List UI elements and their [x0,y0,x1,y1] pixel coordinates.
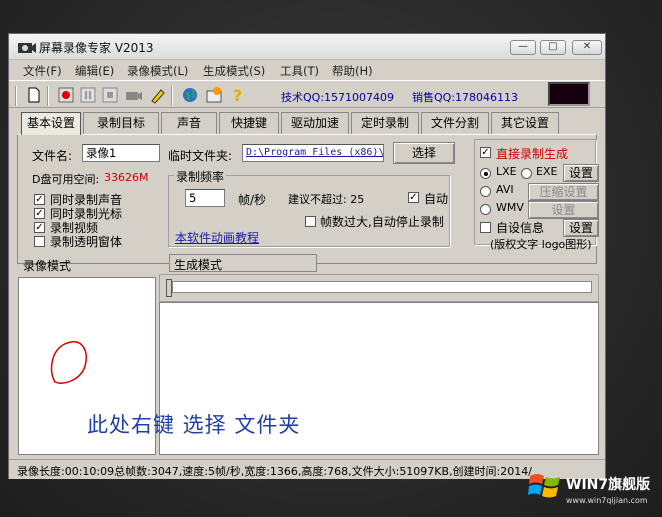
tab-hotkeys[interactable]: 快捷键 [219,112,279,134]
generate-mode-tab[interactable]: 生成模式 [169,254,317,272]
sales-qq-text: 销售QQ:178046113 [412,91,519,104]
windows-logo-icon [528,474,560,498]
disk-space-value: 33626M [104,171,149,184]
exe-radio[interactable] [521,168,532,179]
window-title: 屏幕录像专家 V2013 [39,41,154,55]
wmv-radio[interactable] [480,204,491,215]
menu-tools[interactable]: 工具(T) [280,63,319,79]
tab-driver[interactable]: 驱动加速 [281,112,349,134]
tempdir-label: 临时文件夹: [168,149,233,163]
choose-folder-button[interactable]: 选择 [393,142,455,164]
direct-generate-checkbox[interactable]: ✓ [480,147,491,158]
tab-timer[interactable]: 定时录制 [351,112,419,134]
globe-icon[interactable] [181,86,199,104]
pause-icon[interactable] [79,86,97,104]
camera-tool-icon[interactable] [125,86,143,104]
watermark: WIN7旗舰版 www.win7qijian.com [528,466,662,517]
auto-stop-label: 帧数过大,自动停止录制 [320,215,444,229]
watermark-brand: WIN7旗舰版 [566,477,651,493]
tab-sound[interactable]: 声音 [161,112,217,134]
tab-other[interactable]: 其它设置 [491,112,559,134]
menu-help[interactable]: 帮助(H) [332,63,373,79]
custom-info-checkbox[interactable] [480,222,491,233]
custom-info-label: 自设信息 [496,221,545,235]
tab-record-target[interactable]: 录制目标 [83,112,159,134]
rate-input[interactable]: 5 [185,189,225,207]
settings-icon[interactable] [205,86,223,104]
rate-group-label: 录制频率 [174,168,227,185]
lxe-label: LXE [496,165,517,178]
toolbar: ? 技术QQ:1571007409 销售QQ:178046113 [9,80,605,108]
record-icon[interactable] [57,86,75,104]
auto-stop-checkbox[interactable] [305,216,316,227]
record-video-checkbox[interactable]: ✓ [34,222,45,233]
close-button[interactable]: ✕ [572,40,602,55]
title-bar[interactable]: 屏幕录像专家 V2013 — □ ✕ [9,34,605,60]
tempdir-input[interactable]: D:\Program Files (x86)\ [242,144,384,162]
custom-info-note: (版权文字 logo图形) [490,238,592,251]
tech-qq-text: 技术QQ:1571007409 [281,91,395,104]
exe-label: EXE [536,165,558,178]
wmv-label: WMV [496,201,524,214]
filename-input[interactable]: 录像1 [82,144,160,162]
compress-settings-button[interactable]: 压缩设置 [528,183,599,201]
annotation-text: 此处右键 选择 文件夹 [87,413,301,437]
minimize-button[interactable]: — [510,40,536,55]
rate-suggestion: 建议不超过: 25 [288,193,365,206]
svg-text:?: ? [233,86,242,104]
record-mode-header: 录像模式 [23,259,72,273]
help-icon[interactable]: ? [229,86,247,104]
status-bar: 录像长度:00:10:09总帧数:3047,速度:5帧/秒,宽度:1366,高度… [9,459,605,479]
timeline-slider[interactable] [172,281,592,293]
generate-mode-header: 生成模式 [174,258,223,272]
direct-generate-label: 直接录制生成 [496,147,569,161]
menu-bar: 文件(F) 编辑(E) 录像模式(L) 生成模式(S) 工具(T) 帮助(H) [9,61,605,79]
menu-edit[interactable]: 编辑(E) [75,63,114,79]
maximize-button[interactable]: □ [540,40,566,55]
lxe-radio[interactable] [480,168,491,179]
avi-label: AVI [496,183,514,196]
avi-radio[interactable] [480,186,491,197]
tab-split[interactable]: 文件分割 [421,112,489,134]
auto-label: 自动 [424,192,449,206]
record-transparent-label: 录制透明窗体 [50,235,123,249]
record-cursor-checkbox[interactable]: ✓ [34,208,45,219]
red-circle-annotation [50,341,87,384]
pen-icon[interactable] [149,86,167,104]
disk-space-label: D盘可用空间: [32,173,100,186]
auto-checkbox[interactable]: ✓ [408,192,419,203]
timeline-area [159,274,599,302]
menu-file[interactable]: 文件(F) [23,63,62,79]
new-file-icon[interactable] [25,86,43,104]
preview-box [548,82,590,106]
wmv-settings-button[interactable]: 设置 [528,201,599,219]
record-transparent-checkbox[interactable] [34,236,45,247]
filename-label: 文件名: [32,149,73,163]
tab-basic[interactable]: 基本设置 [21,112,81,135]
lxe-settings-button[interactable]: 设置 [563,164,599,182]
stop-icon[interactable] [101,86,119,104]
record-sound-checkbox[interactable]: ✓ [34,194,45,205]
tutorial-link[interactable]: 本软件动画教程 [175,229,259,246]
menu-generate-mode[interactable]: 生成模式(S) [203,63,265,79]
watermark-site: www.win7qijian.com [566,496,648,505]
basic-settings-panel: 文件名: 录像1 临时文件夹: D:\Program Files (x86)\ … [17,134,599,264]
menu-record-mode[interactable]: 录像模式(L) [127,63,188,79]
custom-info-settings-button[interactable]: 设置 [563,219,599,237]
rate-unit: 帧/秒 [238,193,267,207]
timeline-handle[interactable] [166,279,172,297]
camera-icon [18,43,36,53]
